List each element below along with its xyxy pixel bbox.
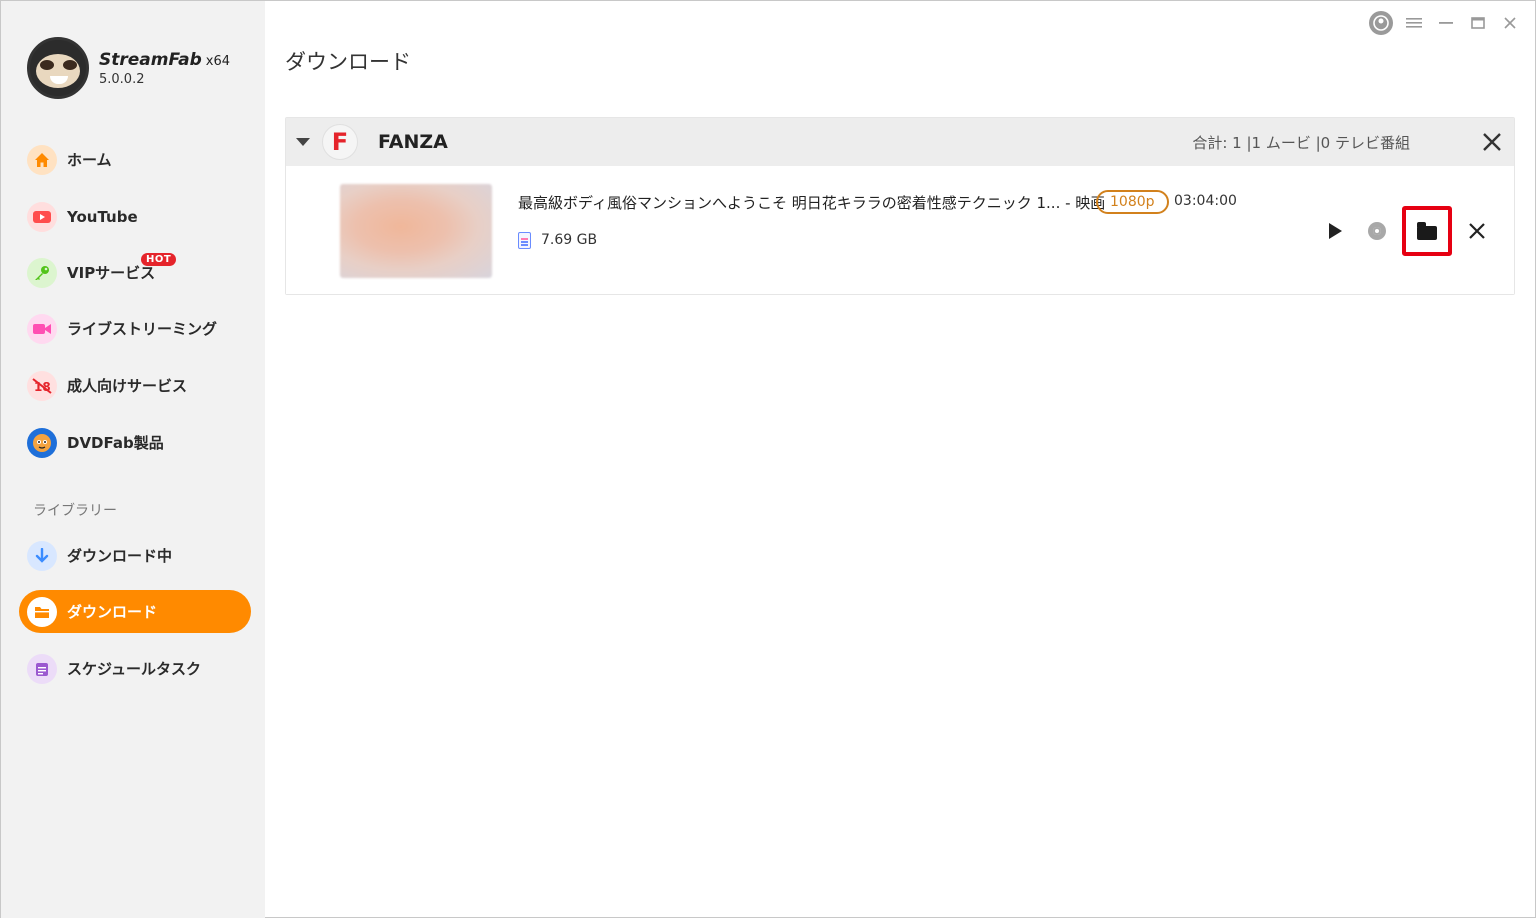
sidebar-item-label: ライブストリーミング: [67, 320, 218, 338]
brand: StreamFab x64 5.0.0.2: [27, 37, 230, 99]
folder-icon: [1417, 221, 1437, 240]
video-thumbnail[interactable]: [340, 184, 492, 278]
sidebar-item-label: 成人向けサービス: [67, 377, 188, 395]
sidebar-item-downloaded[interactable]: ダウンロード: [19, 590, 251, 633]
streamfab-logo: [27, 37, 89, 99]
sidebar-item-label: ダウンロード: [67, 603, 158, 621]
key-icon: [27, 257, 57, 288]
item-actions: [1310, 206, 1494, 256]
sidebar-item-adult-services[interactable]: 18 成人向けサービス: [19, 364, 251, 407]
open-folder-button[interactable]: [1402, 206, 1452, 256]
app-arch: x64: [205, 53, 231, 69]
group-close-icon[interactable]: [1478, 128, 1506, 156]
sidebar-item-downloading[interactable]: ダウンロード中: [19, 534, 251, 577]
close-window-icon[interactable]: [1499, 12, 1521, 34]
dvdfab-icon: [27, 427, 57, 458]
group-header: F FANZA 合計: 1 |1 ムービ |0 テレビ番組: [286, 118, 1514, 166]
sidebar-item-vip[interactable]: VIPサービス HOT: [19, 251, 251, 294]
sidebar-item-live-streaming[interactable]: ライブストリーミング: [19, 307, 251, 350]
download-arrow-icon: [27, 540, 57, 571]
window-controls: [1369, 11, 1521, 35]
download-group-fanza: F FANZA 合計: 1 |1 ムービ |0 テレビ番組 最高級ボディ風俗マン…: [285, 117, 1515, 295]
sidebar-item-dvdfab[interactable]: DVDFab製品: [19, 421, 251, 464]
camera-icon: [27, 313, 57, 344]
item-title: 最高級ボディ風俗マンションへようこそ 明日花キララの密着性感テクニック 1...…: [518, 194, 1106, 212]
app-window: StreamFab x64 5.0.0.2 ホーム YouTube VIPサービ…: [0, 0, 1536, 918]
group-summary: 合計: 1 |1 ムービ |0 テレビ番組: [1192, 134, 1410, 152]
play-icon: [1328, 223, 1342, 239]
sidebar: StreamFab x64 5.0.0.2 ホーム YouTube VIPサービ…: [1, 1, 265, 918]
download-item: 最高級ボディ風俗マンションへようこそ 明日花キララの密着性感テクニック 1...…: [286, 166, 1514, 294]
page-title: ダウンロード: [285, 50, 411, 74]
sidebar-item-schedule-tasks[interactable]: スケジュールタスク: [19, 647, 251, 690]
hot-badge: HOT: [141, 253, 177, 266]
collapse-caret-icon[interactable]: [296, 138, 310, 146]
sidebar-item-label: VIPサービス: [67, 264, 156, 282]
sidebar-item-label: DVDFab製品: [67, 434, 164, 452]
home-icon: [27, 144, 57, 175]
close-icon: [1469, 223, 1485, 239]
group-name: FANZA: [378, 131, 448, 153]
file-icon: [518, 232, 531, 249]
user-avatar[interactable]: [1369, 11, 1393, 35]
maximize-icon[interactable]: [1467, 12, 1489, 34]
folder-icon: [27, 596, 57, 627]
library-section-title: ライブラリー: [33, 503, 117, 519]
sidebar-item-label: YouTube: [67, 207, 138, 226]
sidebar-item-label: ホーム: [67, 151, 112, 169]
sidebar-item-youtube[interactable]: YouTube: [19, 195, 251, 238]
adult-18-icon: 18: [27, 370, 57, 401]
app-version: 5.0.0.2: [99, 71, 145, 87]
play-button[interactable]: [1318, 214, 1352, 248]
fanza-logo: F: [322, 124, 358, 160]
app-name: StreamFab: [99, 49, 202, 70]
remove-item-button[interactable]: [1460, 214, 1494, 248]
minimize-icon[interactable]: [1435, 12, 1457, 34]
sidebar-item-home[interactable]: ホーム: [19, 138, 251, 181]
disc-icon: [1368, 222, 1386, 240]
item-size: 7.69 GB: [541, 232, 598, 248]
sidebar-item-label: スケジュールタスク: [67, 660, 201, 678]
schedule-icon: [27, 653, 57, 684]
sidebar-item-label: ダウンロード中: [67, 547, 173, 565]
youtube-icon: [27, 201, 57, 232]
item-duration: 03:04:00: [1174, 193, 1237, 209]
resolution-badge: 1080p: [1096, 190, 1169, 214]
burn-disc-button[interactable]: [1360, 214, 1394, 248]
menu-icon[interactable]: [1403, 12, 1425, 34]
